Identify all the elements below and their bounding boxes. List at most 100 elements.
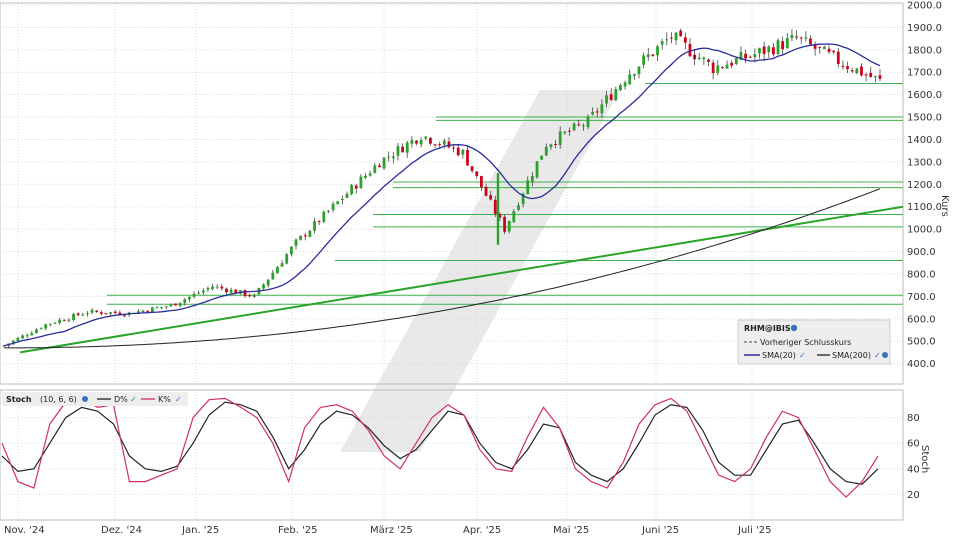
- candle-body: [758, 48, 761, 54]
- candle-body: [605, 95, 608, 104]
- legend-check-icon[interactable]: ✓: [799, 351, 806, 360]
- stoch-tick-label: 40: [907, 464, 920, 475]
- candle-body: [405, 142, 409, 153]
- stoch-check-icon[interactable]: ✓: [175, 395, 182, 404]
- candle-body: [855, 68, 859, 73]
- candle-body: [688, 43, 692, 57]
- candle-body: [568, 130, 571, 132]
- candle-body: [424, 136, 428, 139]
- stoch-params: (10, 6, 6): [40, 395, 77, 404]
- legend-gear-icon[interactable]: [790, 324, 798, 332]
- legend-entry-sma20: SMA(20): [762, 351, 796, 360]
- stoch-gear-icon[interactable]: [82, 396, 88, 402]
- candle-body: [642, 55, 646, 65]
- stoch-tick-label: 60: [907, 439, 920, 450]
- candle-body: [340, 198, 344, 201]
- legend-check-icon[interactable]: ✓: [874, 351, 881, 360]
- stoch-axis-label: Stoch: [919, 445, 930, 473]
- candle-body: [322, 211, 326, 222]
- candle-body: [517, 205, 520, 210]
- y-tick-label: 1700.0: [907, 68, 942, 79]
- candle-body: [493, 199, 497, 214]
- candle-body: [544, 146, 548, 156]
- candle-body: [44, 324, 48, 329]
- candle-body: [725, 64, 729, 69]
- candle-body: [211, 286, 214, 289]
- candle-body: [160, 307, 163, 309]
- candle-body: [456, 147, 460, 156]
- candle-body: [58, 319, 62, 324]
- candle-body: [804, 37, 808, 39]
- candle-body: [30, 333, 34, 336]
- legend: RHM@IBIS Vorheriger Schlusskurs SMA(20) …: [737, 319, 891, 365]
- watermark: [340, 90, 620, 452]
- candle-body: [693, 54, 697, 60]
- x-tick-label: März '25: [370, 525, 413, 536]
- candle-body: [123, 315, 126, 317]
- candle-body: [466, 150, 469, 166]
- candle-body: [707, 59, 710, 62]
- candle-body: [442, 140, 446, 145]
- candle-body: [716, 65, 720, 73]
- candle-body: [252, 294, 256, 297]
- candle-body: [280, 263, 284, 267]
- candle-body: [48, 323, 52, 325]
- stoch-tick-label: 80: [907, 413, 920, 424]
- candle-body: [109, 312, 113, 314]
- candle-body: [192, 293, 196, 297]
- candle-body: [81, 314, 85, 316]
- candle-body: [767, 46, 771, 53]
- candle-body: [141, 310, 145, 312]
- candle-body: [674, 32, 678, 41]
- candle-body: [818, 46, 822, 48]
- x-tick-label: Dez. '24: [101, 525, 142, 536]
- candle-body: [586, 116, 590, 128]
- y-tick-label: 700.0: [907, 292, 936, 303]
- stoch-title: Stoch: [6, 395, 32, 404]
- candle-body: [600, 104, 604, 114]
- candle-body: [734, 58, 738, 65]
- candle-body: [878, 75, 882, 79]
- legend-gear-icon[interactable]: [882, 352, 888, 358]
- candle-body: [433, 144, 437, 146]
- candle-body: [461, 149, 465, 155]
- candle-body: [155, 307, 159, 309]
- stoch-legend-d: D%: [114, 395, 128, 404]
- candle-body: [90, 309, 94, 313]
- candle-body: [526, 180, 530, 195]
- candle-body: [479, 175, 483, 188]
- stoch-check-icon[interactable]: ✓: [130, 395, 137, 404]
- candle-body: [470, 166, 474, 171]
- y-tick-label: 600.0: [907, 314, 936, 325]
- candle-body: [229, 289, 233, 293]
- candle-body: [438, 144, 442, 146]
- candle-body: [860, 66, 863, 76]
- candle-body: [350, 185, 354, 195]
- stoch-axis: 20 40 60 80: [907, 413, 920, 501]
- candle-body: [345, 193, 349, 198]
- candle-body: [387, 156, 391, 158]
- candle-body: [632, 74, 636, 76]
- candle-body: [864, 74, 868, 76]
- y-tick-label: 400.0: [907, 359, 936, 370]
- candle-body: [225, 288, 228, 293]
- candle-body: [39, 328, 43, 330]
- candle-body: [660, 41, 664, 45]
- stoch-panel: [0, 389, 904, 521]
- candle-body: [776, 40, 780, 54]
- candle-body: [475, 171, 479, 177]
- candle-body: [391, 156, 395, 159]
- candle-body: [530, 176, 534, 182]
- candle-body: [619, 85, 622, 91]
- candle-body: [730, 62, 734, 66]
- candle-body: [558, 131, 562, 145]
- y-tick-label: 1300.0: [907, 157, 942, 168]
- candle-body: [609, 94, 613, 101]
- candle-body: [540, 155, 544, 160]
- y-tick-label: 1800.0: [907, 45, 942, 56]
- candle-body: [382, 157, 386, 169]
- stoch-legend: Stoch (10, 6, 6) D% ✓ K% ✓: [2, 392, 188, 406]
- candle-body: [248, 295, 252, 297]
- candle-body: [276, 267, 279, 274]
- candle-body: [702, 57, 706, 60]
